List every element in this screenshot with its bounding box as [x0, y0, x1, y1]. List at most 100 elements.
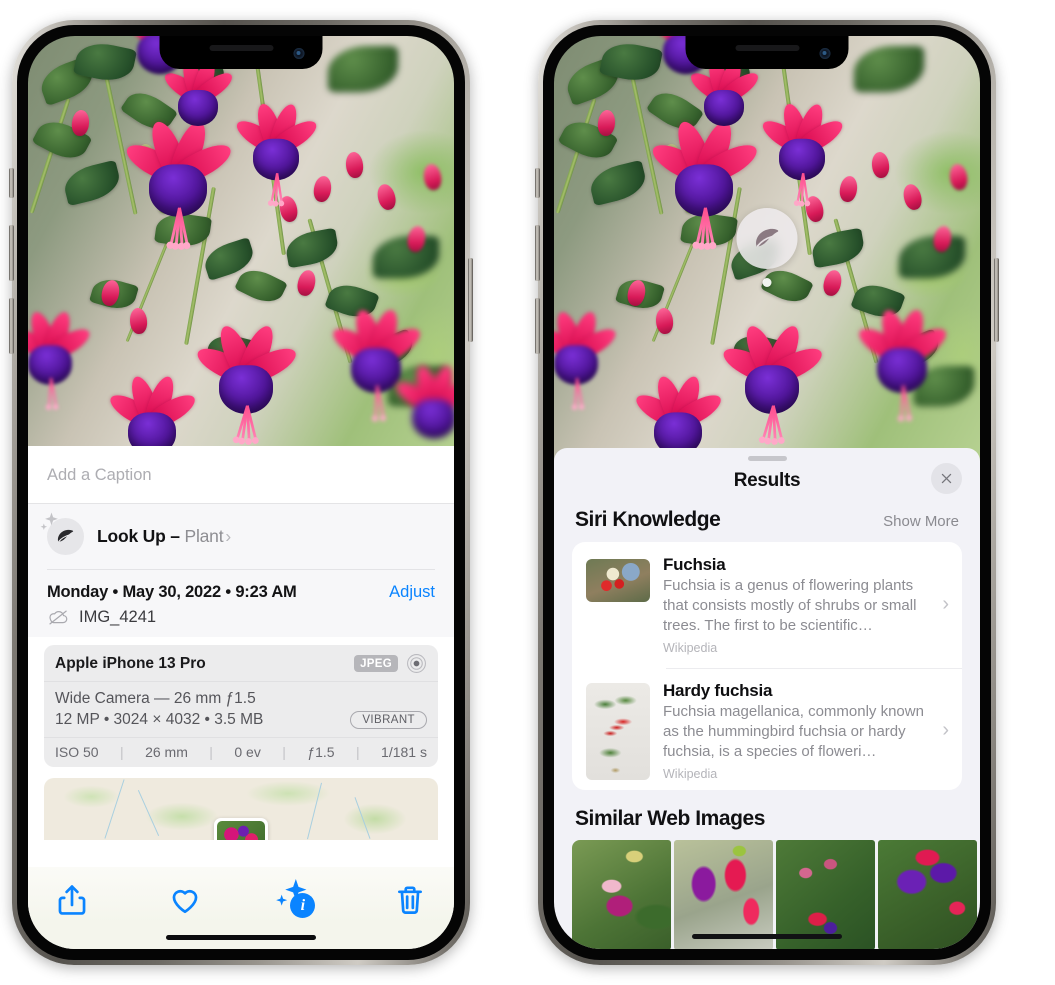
aperture-value: ƒ1.5 — [307, 744, 335, 760]
result-description: Fuchsia magellanica, commonly known as t… — [663, 702, 924, 760]
power-button[interactable] — [468, 258, 473, 342]
earpiece-speaker — [735, 45, 799, 51]
photographic-style-badge: VIBRANT — [350, 711, 427, 729]
result-thumbnail — [586, 559, 650, 602]
web-image-thumbnail[interactable] — [674, 840, 773, 949]
similar-web-images-title: Similar Web Images — [575, 807, 765, 831]
iso-value: ISO 50 — [55, 744, 99, 760]
look-up-text: Look Up — [97, 526, 166, 546]
look-up-row[interactable]: Look Up – Plant › — [28, 504, 454, 570]
mute-switch[interactable] — [535, 168, 540, 198]
divider: | — [120, 744, 124, 760]
lens-info: Wide Camera — 26 mm ƒ1.5 — [55, 690, 256, 707]
close-icon[interactable] — [931, 463, 962, 494]
format-badge: JPEG — [354, 655, 398, 672]
home-indicator[interactable] — [166, 935, 316, 940]
volume-up-button[interactable] — [535, 225, 540, 281]
caption-input[interactable]: Add a Caption — [28, 446, 454, 504]
results-title: Results — [733, 470, 801, 491]
exif-badges: JPEG — [354, 653, 427, 674]
list-item[interactable]: Hardy fuchsia Fuchsia magellanica, commo… — [572, 667, 962, 791]
exif-shot-settings: ISO 50 | 26 mm | 0 ev | ƒ1.5 | 1/181 s — [44, 737, 438, 767]
web-image-thumbnail[interactable] — [572, 840, 671, 949]
result-title: Fuchsia — [663, 555, 726, 574]
volume-down-button[interactable] — [535, 298, 540, 354]
results-sheet: Results Siri Knowledge Show More Fuchsia… — [554, 448, 980, 949]
right-phone-device: Results Siri Knowledge Show More Fuchsia… — [535, 20, 999, 965]
cloud-slash-icon — [49, 610, 68, 625]
left-phone-device: Add a Caption Look Up – Plant › Monday •… — [9, 20, 473, 965]
location-map[interactable] — [44, 778, 438, 840]
home-indicator[interactable] — [692, 934, 842, 939]
chevron-right-icon: › — [225, 526, 232, 546]
look-up-separator: – — [170, 526, 180, 546]
heart-icon[interactable] — [168, 883, 202, 917]
trash-icon[interactable] — [393, 883, 427, 917]
metadata-date-row: Monday • May 30, 2022 • 9:23 AM Adjust — [47, 583, 435, 602]
similar-web-images-header: Similar Web Images — [554, 790, 980, 840]
sheet-grabber-area[interactable] — [554, 448, 980, 461]
right-phone-bezel: Results Siri Knowledge Show More Fuchsia… — [543, 25, 991, 960]
left-phone-bezel: Add a Caption Look Up – Plant › Monday •… — [17, 25, 465, 960]
volume-up-button[interactable] — [9, 225, 14, 281]
exif-card[interactable]: Apple iPhone 13 Pro JPEG Wide Camera — 2… — [44, 645, 438, 767]
share-icon[interactable] — [55, 883, 89, 917]
image-dimensions: 12 MP • 3024 × 4032 • 3.5 MB — [55, 711, 264, 728]
visual-lookup-anchor-dot — [762, 278, 772, 287]
show-more-button[interactable]: Show More — [883, 513, 959, 530]
photo-date: Monday • May 30, 2022 • 9:23 AM — [47, 583, 297, 601]
divider: | — [209, 744, 213, 760]
list-item[interactable]: Fuchsia Fuchsia is a genus of flowering … — [572, 542, 962, 668]
front-camera — [819, 48, 831, 59]
camera-device: Apple iPhone 13 Pro — [55, 654, 206, 672]
photo-info-sheet: Add a Caption Look Up – Plant › Monday •… — [28, 446, 454, 949]
volume-down-button[interactable] — [9, 298, 14, 354]
result-thumbnail — [586, 682, 650, 780]
front-camera — [293, 48, 305, 59]
result-title: Hardy fuchsia — [663, 680, 773, 700]
web-image-thumbnail[interactable] — [878, 840, 977, 949]
map-photo-pin[interactable] — [214, 818, 268, 840]
hdr-icon — [407, 654, 426, 673]
chevron-right-icon: › — [942, 593, 949, 616]
visual-lookup-leaf-badge[interactable] — [736, 208, 798, 269]
right-phone-screen: Results Siri Knowledge Show More Fuchsia… — [554, 36, 980, 949]
shutter-value: 1/181 s — [381, 744, 427, 760]
exposure-value: 0 ev — [234, 744, 261, 760]
exif-header: Apple iPhone 13 Pro JPEG — [44, 645, 438, 682]
results-header: Results — [554, 461, 980, 508]
chevron-right-icon: › — [942, 719, 949, 742]
adjust-button[interactable]: Adjust — [389, 583, 435, 602]
notch — [685, 36, 849, 69]
photo-toolbar: i — [28, 867, 454, 923]
result-description: Fuchsia is a genus of flowering plants t… — [663, 577, 917, 634]
notch — [159, 36, 323, 69]
web-image-thumbnail[interactable] — [776, 840, 875, 949]
mute-switch[interactable] — [9, 168, 14, 198]
siri-knowledge-card-group: Fuchsia Fuchsia is a genus of flowering … — [572, 542, 962, 791]
result-source: Wikipedia — [663, 640, 718, 655]
divider: | — [355, 744, 360, 760]
info-badge: i — [290, 893, 316, 918]
look-up-label: Look Up – Plant › — [97, 526, 231, 547]
home-indicator-area — [28, 923, 454, 949]
divider: | — [282, 744, 286, 760]
power-button[interactable] — [994, 258, 999, 342]
focal-length-value: 26 mm — [145, 744, 188, 760]
info-sparkle-icon[interactable]: i — [276, 879, 316, 918]
exif-body: Wide Camera — 26 mm ƒ1.5 12 MP • 3024 × … — [44, 682, 438, 737]
similar-web-images-strip[interactable] — [554, 840, 980, 949]
result-source: Wikipedia — [663, 766, 718, 781]
exif-dimension-row: 12 MP • 3024 × 4032 • 3.5 MB VIBRANT — [55, 711, 427, 729]
earpiece-speaker — [209, 45, 273, 51]
metadata-block: Monday • May 30, 2022 • 9:23 AM Adjust I… — [28, 570, 454, 637]
photo-fuchsia-garden[interactable] — [28, 36, 454, 489]
siri-knowledge-title: Siri Knowledge — [575, 508, 721, 531]
sparkle-icon — [40, 512, 58, 530]
result-body: Hardy fuchsia Fuchsia magellanica, commo… — [663, 681, 927, 781]
metadata-file-row: IMG_4241 — [47, 608, 435, 627]
siri-knowledge-header: Siri Knowledge Show More — [554, 508, 980, 542]
left-phone-screen: Add a Caption Look Up – Plant › Monday •… — [28, 36, 454, 949]
leaf-icon — [40, 512, 84, 555]
result-body: Fuchsia Fuchsia is a genus of flowering … — [663, 555, 927, 655]
